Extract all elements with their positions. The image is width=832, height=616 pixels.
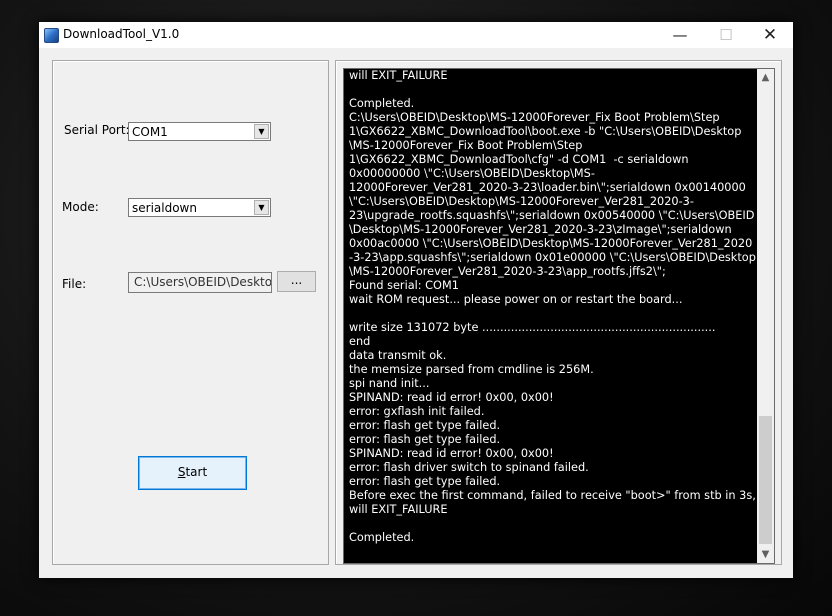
log-line: wait ROM request... please power on or r… <box>349 293 683 306</box>
mode-value: serialdown <box>132 201 197 215</box>
scroll-up-icon[interactable]: ▲ <box>757 69 774 86</box>
log-line: spi nand init... <box>349 377 430 390</box>
log-line: will EXIT_FAILURE <box>349 503 448 516</box>
scroll-down-icon[interactable]: ▼ <box>757 546 774 563</box>
log-line: \"C:\Users\OBEID\Desktop\MS-12000Forever… <box>349 195 694 208</box>
log-panel: will EXIT_FAILURE Completed. C:\Users\OB… <box>335 60 782 565</box>
serial-port-value: COM1 <box>132 125 168 139</box>
window-title: DownloadTool_V1.0 <box>63 27 180 41</box>
scroll-thumb[interactable] <box>759 416 772 544</box>
log-line: error: flash get type failed. <box>349 475 501 488</box>
main-window: DownloadTool_V1.0 — ☐ ✕ Serial Port: COM… <box>39 22 793 578</box>
chevron-down-icon[interactable]: ▼ <box>254 200 269 215</box>
log-line: will EXIT_FAILURE <box>349 69 448 82</box>
mode-select[interactable]: serialdown ▼ <box>128 198 271 217</box>
log-line: 0x00ac0000 \"C:\Users\OBEID\Desktop\MS-1… <box>349 237 753 250</box>
log-line: \MS-12000Forever_Ver281_2020-3-23\app_ro… <box>349 265 666 278</box>
log-line: 0x00000000 \"C:\Users\OBEID\Desktop\MS- <box>349 167 595 180</box>
log-line: 1\GX6622_XBMC_DownloadTool\cfg" -d COM1 … <box>349 153 689 166</box>
serial-port-select[interactable]: COM1 ▼ <box>128 122 271 141</box>
log-line: 1\GX6622_XBMC_DownloadTool\boot.exe -b "… <box>349 125 742 138</box>
log-line: 12000Forever_Ver281_2020-3-23\loader.bin… <box>349 181 746 194</box>
app-icon <box>44 28 59 43</box>
log-line: error: flash get type failed. <box>349 419 501 432</box>
settings-panel: Serial Port: COM1 ▼ Mode: serialdown ▼ F… <box>52 60 329 565</box>
log-line: end <box>349 335 371 348</box>
log-line: error: flash driver switch to spinand fa… <box>349 461 589 474</box>
log-line: C:\Users\OBEID\Desktop\MS-12000Forever_F… <box>349 111 720 124</box>
log-line: Found serial: COM1 <box>349 279 459 292</box>
log-output[interactable]: will EXIT_FAILURE Completed. C:\Users\OB… <box>343 68 775 564</box>
start-button[interactable]: Start <box>138 456 247 490</box>
log-text: will EXIT_FAILURE Completed. C:\Users\OB… <box>349 69 756 545</box>
log-line: Before exec the first command, failed to… <box>349 489 756 502</box>
log-line: SPINAND: read id error! 0x00, 0x00! <box>349 447 554 460</box>
log-line: \Desktop\MS-12000Forever_Ver281_2020-3-2… <box>349 223 732 236</box>
log-line: data transmit ok. <box>349 349 447 362</box>
log-scrollbar[interactable]: ▲ ▼ <box>757 69 774 563</box>
log-line: write size 131072 byte .................… <box>349 321 716 334</box>
log-line: the memsize parsed from cmdline is 256M. <box>349 363 594 376</box>
log-line: Completed. <box>349 97 415 110</box>
log-line: SPINAND: read id error! 0x00, 0x00! <box>349 391 554 404</box>
chevron-down-icon[interactable]: ▼ <box>254 124 269 139</box>
log-line: \MS-12000Forever_Fix Boot Problem\Step <box>349 139 583 152</box>
minimize-button[interactable]: — <box>657 22 703 48</box>
close-button[interactable]: ✕ <box>747 22 793 48</box>
log-line: error: flash get type failed. <box>349 433 501 446</box>
log-line: -3-23\app.squashfs\";serialdown 0x01e000… <box>349 251 756 264</box>
mode-label: Mode: <box>62 200 99 214</box>
file-label: File: <box>62 277 87 291</box>
serial-port-label: Serial Port: <box>64 123 130 137</box>
title-bar[interactable]: DownloadTool_V1.0 — ☐ ✕ <box>39 22 793 48</box>
browse-button[interactable]: ... <box>277 271 316 292</box>
log-line: Completed. <box>349 531 415 544</box>
log-line: error: gxflash init failed. <box>349 405 485 418</box>
file-path-field[interactable]: C:\Users\OBEID\Desktop <box>128 272 272 293</box>
log-line: 23\upgrade_rootfs.squashfs\";serialdown … <box>349 209 755 222</box>
start-label: tart <box>185 465 208 479</box>
maximize-button[interactable]: ☐ <box>703 22 749 48</box>
